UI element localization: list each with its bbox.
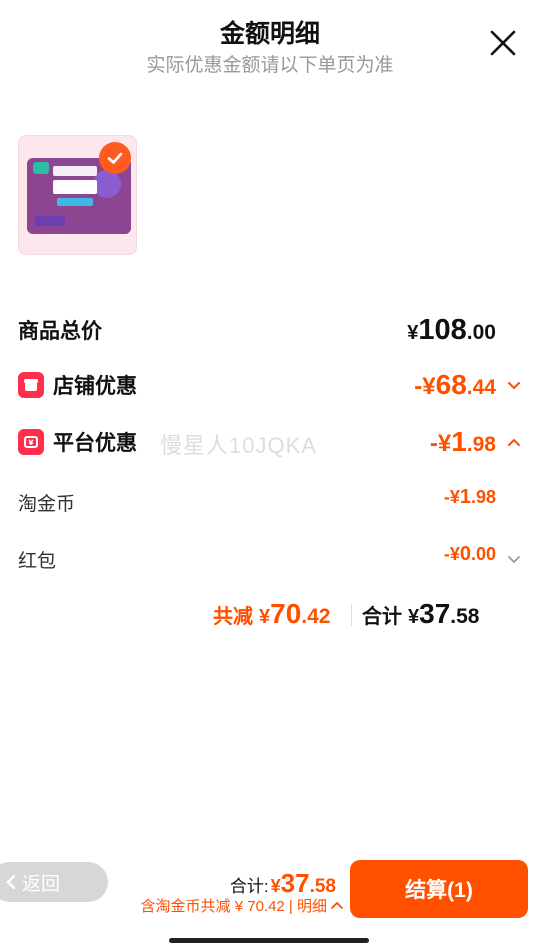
row-shop-discount[interactable]: 店铺优惠 -¥ 68 .44 (18, 365, 522, 405)
selected-check-icon[interactable] (99, 142, 131, 174)
coin-amount: -¥ 1 .98 (443, 486, 496, 508)
page-title: 金额明细 (219, 20, 320, 48)
chevron-up-icon[interactable] (506, 434, 522, 450)
summary-divider (351, 604, 352, 626)
red-packet-label: 红包 (18, 550, 57, 572)
shop-discount-amount: -¥ 68 .44 (414, 369, 496, 400)
red-packet-amount: -¥ 0 .00 (443, 543, 496, 565)
watermark: 慢星人10JQKA (160, 433, 317, 458)
shop-discount-label: 店铺优惠 (53, 375, 137, 398)
coin-label: 淘金币 (18, 493, 76, 515)
total-price-amount: ¥ 108 .00 (407, 314, 496, 346)
back-label: 返回 (22, 873, 61, 895)
saved-total: 共减 ¥ 70 .42 (213, 598, 331, 629)
row-red-packet[interactable]: 红包 -¥ 0 .00 (18, 539, 522, 579)
chevron-left-icon (6, 874, 16, 890)
row-total-price: 商品总价 ¥ 108 .00 (18, 310, 522, 350)
chevron-down-icon[interactable] (506, 551, 522, 567)
row-coin: 淘金币 -¥ 1 .98 (18, 482, 522, 522)
chevron-up-icon (331, 901, 343, 909)
shop-icon (18, 372, 44, 398)
detail-text: 含淘金币共减 ¥ 70.42 | 明细 (140, 898, 327, 915)
checkout-button[interactable]: 结算(1) (350, 860, 528, 918)
summary-row: 共减 ¥ 70 .42 合计 ¥ 37 .58 (0, 594, 540, 634)
close-icon[interactable] (488, 28, 518, 58)
platform-discount-label: 平台优惠 (53, 432, 137, 455)
bottom-bar: 返回 合计: ¥ 37 .58 含淘金币共减 ¥ 70.42 | 明细 结算(1… (0, 852, 540, 952)
chevron-down-icon[interactable] (506, 377, 522, 393)
platform-discount-amount: -¥ 1 .98 (429, 426, 496, 457)
back-button[interactable]: 返回 (0, 862, 108, 902)
detail-link[interactable]: 含淘金币共减 ¥ 70.42 | 明细 (141, 895, 344, 916)
home-indicator (169, 938, 369, 943)
coupon-icon (18, 429, 44, 455)
grand-total: 合计 ¥ 37 .58 (362, 598, 480, 629)
header: 金额明细 实际优惠金额请以下单页为准 (0, 0, 540, 90)
page-subtitle: 实际优惠金额请以下单页为准 (146, 55, 394, 76)
total-price-label: 商品总价 (18, 320, 102, 343)
